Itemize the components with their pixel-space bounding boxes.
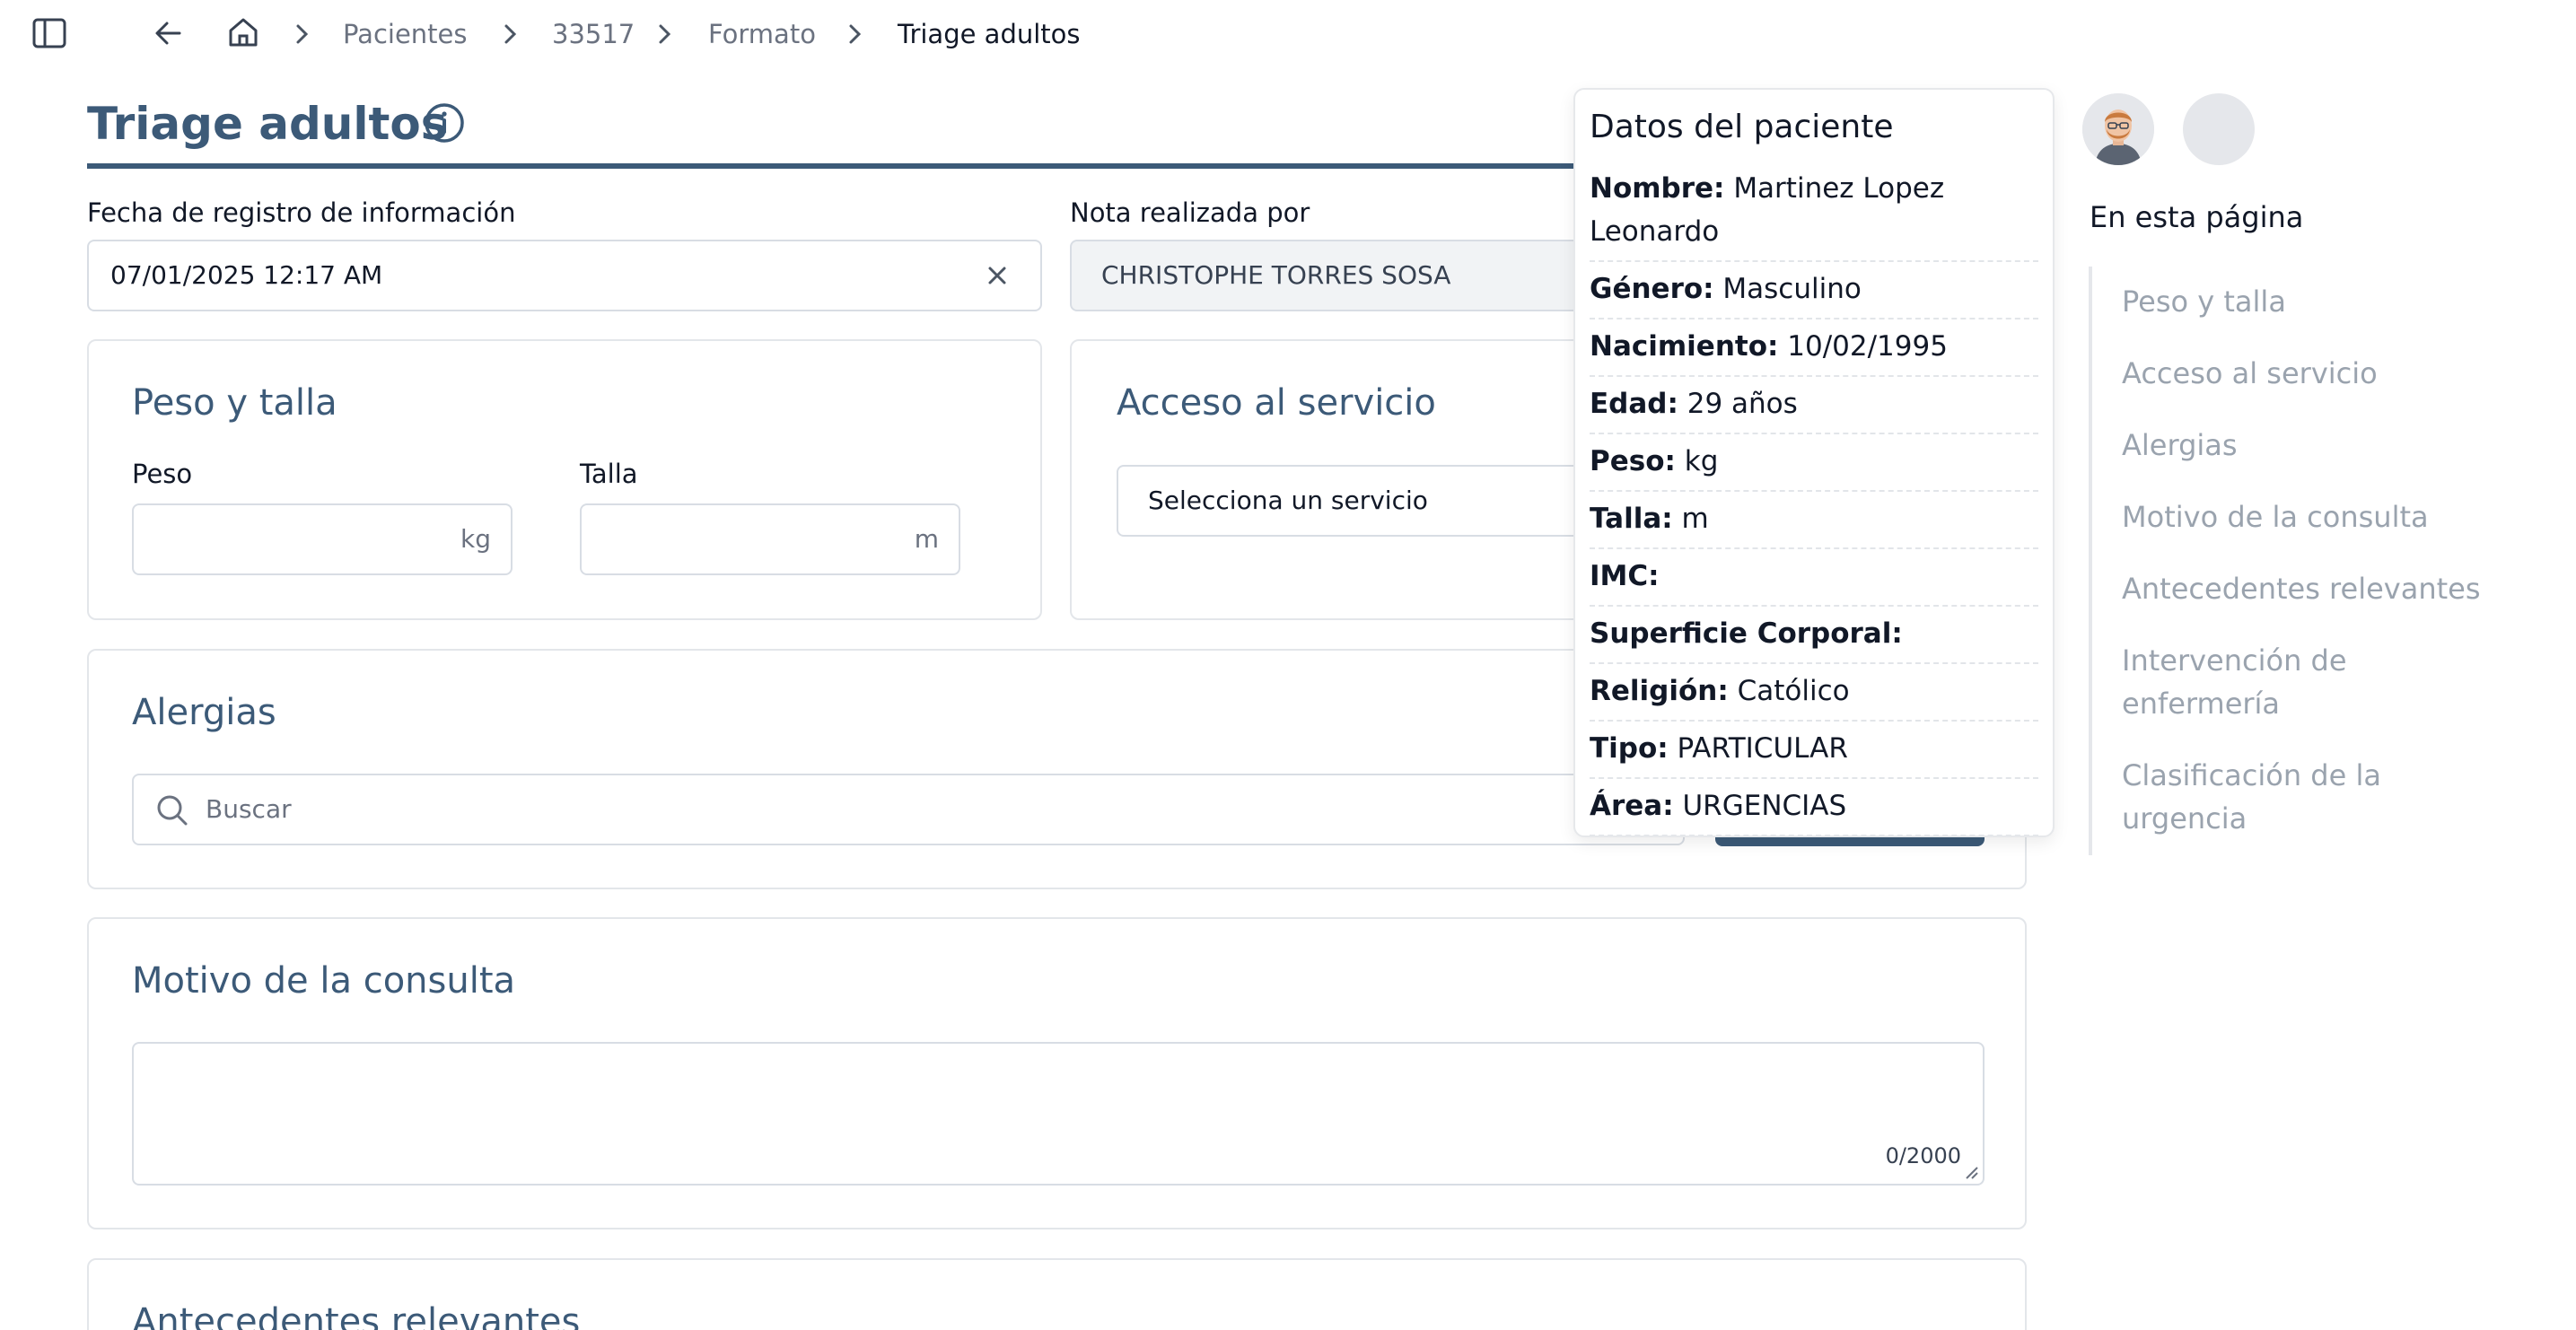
- search-placeholder: Buscar: [206, 794, 292, 824]
- nota-label: Nota realizada por: [1070, 197, 1310, 228]
- breadcrumb-pacientes[interactable]: Pacientes: [343, 18, 468, 50]
- patient-fields: Nombre: Martinez Lopez Leonardo Género: …: [1590, 167, 2038, 836]
- patient-area: Área: URGENCIAS: [1590, 779, 2038, 836]
- toc-item-intervencion[interactable]: Intervención de enfermería: [2122, 639, 2391, 725]
- clear-icon[interactable]: [985, 263, 1010, 288]
- toc-item-alergias[interactable]: Alergias: [2122, 424, 2535, 467]
- talla-label: Talla: [580, 459, 638, 489]
- info-icon[interactable]: [423, 101, 466, 144]
- peso-input[interactable]: kg: [132, 503, 513, 575]
- patient-genero: Género: Masculino: [1590, 262, 2038, 319]
- motivo-textarea[interactable]: 0/2000: [132, 1042, 1985, 1186]
- home-icon[interactable]: [226, 16, 260, 48]
- alergias-search-input[interactable]: Buscar: [132, 774, 1685, 845]
- char-counter: 0/2000: [1885, 1143, 1961, 1168]
- motivo-card: Motivo de la consulta 0/2000: [87, 917, 2027, 1229]
- toc-item-antecedentes[interactable]: Antecedentes relevantes: [2122, 567, 2535, 610]
- motivo-title: Motivo de la consulta: [132, 960, 516, 1002]
- peso-talla-title: Peso y talla: [132, 382, 337, 424]
- breadcrumb-formato[interactable]: Formato: [708, 18, 816, 50]
- servicio-placeholder: Selecciona un servicio: [1148, 486, 1428, 515]
- popover-title: Datos del paciente: [1590, 109, 1894, 145]
- chevron-right-icon: [296, 24, 309, 44]
- toc-item-clasificacion[interactable]: Clasificación de la urgencia: [2122, 754, 2391, 840]
- fecha-value: 07/01/2025 12:17 AM: [110, 260, 383, 290]
- resize-handle-icon[interactable]: [1963, 1164, 1979, 1180]
- breadcrumb-current: Triage adultos: [898, 19, 1081, 49]
- patient-religion: Religión: Católico: [1590, 664, 2038, 722]
- toc-title: En esta página: [2090, 200, 2304, 234]
- antecedentes-title: Antecedentes relevantes: [132, 1301, 581, 1330]
- patient-superficie: Superficie Corporal:: [1590, 607, 2038, 664]
- antecedentes-card: Antecedentes relevantes: [87, 1258, 2027, 1330]
- chevron-right-icon: [504, 24, 517, 44]
- user-avatar[interactable]: [2082, 93, 2154, 165]
- peso-label: Peso: [132, 459, 193, 489]
- chevron-right-icon: [659, 24, 671, 44]
- toc-item-motivo[interactable]: Motivo de la consulta: [2122, 495, 2535, 538]
- talla-unit: m: [914, 524, 939, 554]
- sidebar-toggle-icon[interactable]: [32, 18, 66, 48]
- search-icon: [157, 795, 188, 826]
- patient-talla: Talla: m: [1590, 492, 2038, 549]
- back-arrow-icon[interactable]: [153, 18, 185, 48]
- patient-nacimiento: Nacimiento: 10/02/1995: [1590, 319, 2038, 377]
- acceso-title: Acceso al servicio: [1117, 382, 1436, 424]
- patient-edad: Edad: 29 años: [1590, 377, 2038, 434]
- alergias-title: Alergias: [132, 692, 276, 733]
- patient-nombre: Nombre: Martinez Lopez Leonardo: [1590, 167, 2038, 262]
- fecha-input[interactable]: 07/01/2025 12:17 AM: [87, 240, 1042, 311]
- nota-input: CHRISTOPHE TORRES SOSA: [1070, 240, 1608, 311]
- secondary-avatar[interactable]: [2183, 93, 2255, 165]
- user-avatar-icon: [2082, 93, 2154, 165]
- patient-tipo: Tipo: PARTICULAR: [1590, 722, 2038, 779]
- page-title: Triage adultos: [87, 98, 448, 150]
- toc-item-peso-talla[interactable]: Peso y talla: [2122, 280, 2535, 323]
- toc-item-acceso[interactable]: Acceso al servicio: [2122, 352, 2535, 395]
- toc-rule: [2089, 267, 2092, 855]
- nota-value: CHRISTOPHE TORRES SOSA: [1101, 260, 1451, 290]
- chevron-right-icon: [849, 24, 862, 44]
- patient-data-popover: Datos del paciente Nombre: Martinez Lope…: [1573, 88, 2055, 837]
- top-bar: Pacientes 33517 Formato Triage adultos: [0, 0, 2576, 68]
- patient-peso: Peso: kg: [1590, 434, 2038, 492]
- talla-input[interactable]: m: [580, 503, 960, 575]
- breadcrumb-patient-id[interactable]: 33517: [552, 18, 635, 50]
- fecha-label: Fecha de registro de información: [87, 197, 516, 228]
- peso-talla-card: Peso y talla Peso kg Talla m: [87, 339, 1042, 620]
- patient-imc: IMC:: [1590, 549, 2038, 607]
- peso-unit: kg: [460, 524, 491, 554]
